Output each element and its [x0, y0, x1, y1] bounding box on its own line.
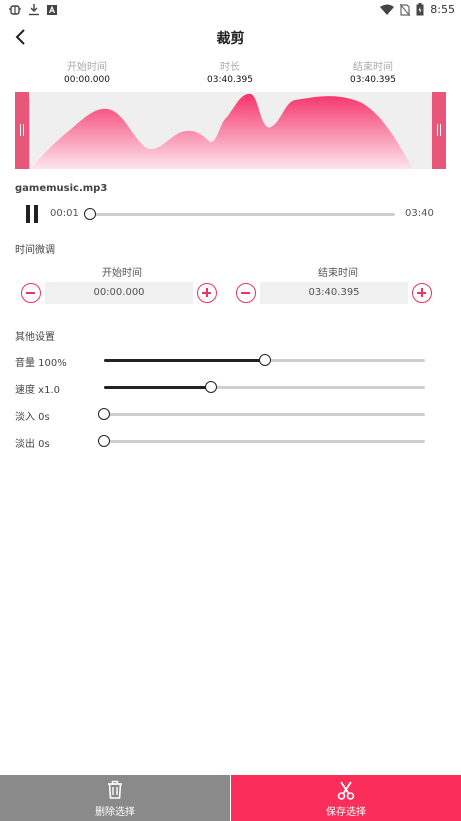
- current-time: 00:01: [50, 208, 79, 219]
- fine-end-label: 结束时间: [318, 268, 358, 279]
- playback-slider[interactable]: [84, 208, 395, 220]
- save-selection-label: 保存选择: [326, 807, 366, 818]
- speed-slider-fill: [104, 386, 211, 389]
- status-left: [8, 3, 58, 16]
- save-selection-button[interactable]: 保存选择: [231, 775, 461, 821]
- fade-out-slider[interactable]: [98, 435, 425, 447]
- speed-slider-thumb[interactable]: [204, 381, 217, 393]
- fade-in-slider[interactable]: [98, 408, 425, 420]
- waveform-graph: [28, 93, 413, 169]
- status-time: 8:55: [430, 3, 455, 16]
- trim-handle-start[interactable]: [15, 92, 29, 169]
- waveform-editor[interactable]: [15, 92, 446, 169]
- fade-in-slider-thumb[interactable]: [98, 408, 110, 420]
- delete-selection-label: 删除选择: [95, 807, 135, 818]
- time-summary: 开始时间 00:00.000 时长 03:40.395 结束时间 03:40.3…: [0, 58, 461, 88]
- battery-icon: [416, 3, 424, 16]
- volume-row: 音量 100%: [15, 352, 446, 369]
- status-bar: 8:55: [0, 0, 461, 20]
- summary-start-label: 开始时间: [67, 62, 107, 73]
- scissors-icon: [337, 781, 355, 800]
- fade-in-label: 淡入 0s: [15, 412, 50, 423]
- player-row: 00:01 03:40: [15, 203, 446, 225]
- summary-start-value: 00:00.000: [64, 75, 110, 85]
- volume-slider-thumb[interactable]: [258, 354, 271, 366]
- fine-tune-title: 时间微调: [15, 245, 55, 256]
- start-minus-icon[interactable]: [21, 283, 41, 303]
- end-time-field[interactable]: 03:40.395: [260, 282, 408, 304]
- bug-icon: [9, 5, 21, 15]
- pause-icon[interactable]: [26, 205, 40, 223]
- status-right: 8:55: [380, 3, 455, 16]
- end-plus-icon[interactable]: [412, 283, 432, 303]
- no-sim-icon: [400, 3, 411, 16]
- fine-start-label: 开始时间: [102, 268, 142, 279]
- trash-icon: [108, 780, 122, 799]
- end-minus-icon[interactable]: [236, 283, 256, 303]
- waveform-shape: [31, 93, 413, 169]
- end-time: 03:40: [405, 208, 434, 219]
- a-badge-icon: [47, 4, 57, 15]
- settings-title: 其他设置: [15, 332, 55, 343]
- speed-row: 速度 x1.0: [15, 379, 446, 396]
- start-time-field[interactable]: 00:00.000: [45, 282, 193, 304]
- file-name: gamemusic.mp3: [15, 183, 108, 194]
- speed-slider[interactable]: [104, 381, 425, 393]
- summary-end-value: 03:40.395: [350, 75, 396, 85]
- fade-out-row: 淡出 0s: [15, 433, 446, 450]
- delete-selection-button[interactable]: 删除选择: [0, 775, 230, 821]
- playback-slider-thumb[interactable]: [84, 208, 96, 220]
- summary-duration: 时长 03:40.395: [170, 58, 290, 85]
- volume-slider-fill: [104, 359, 265, 362]
- wifi-icon: [380, 4, 395, 15]
- fade-out-label: 淡出 0s: [15, 439, 50, 450]
- volume-slider[interactable]: [104, 354, 425, 366]
- download-icon: [29, 4, 39, 16]
- bottom-action-bar: 删除选择 保存选择: [0, 775, 461, 821]
- page-title: 裁剪: [216, 31, 245, 47]
- trim-handle-end[interactable]: [432, 92, 446, 169]
- start-plus-icon[interactable]: [197, 283, 217, 303]
- fine-tune-row: 00:00.000 03:40.395: [0, 282, 461, 304]
- summary-start: 开始时间 00:00.000: [27, 58, 147, 85]
- summary-duration-value: 03:40.395: [207, 75, 253, 85]
- fade-out-slider-thumb[interactable]: [98, 435, 110, 447]
- top-app-bar: 裁剪: [0, 22, 461, 54]
- volume-label: 音量 100%: [15, 358, 67, 369]
- fade-in-row: 淡入 0s: [15, 406, 446, 423]
- summary-end-label: 结束时间: [353, 62, 393, 73]
- summary-duration-label: 时长: [220, 62, 240, 73]
- speed-label: 速度 x1.0: [15, 385, 60, 396]
- summary-end: 结束时间 03:40.395: [313, 58, 433, 85]
